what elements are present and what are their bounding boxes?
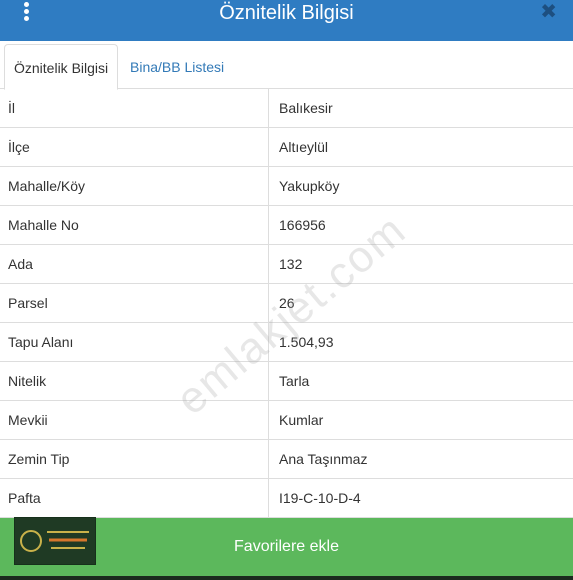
attribute-value: Ana Taşınmaz [279,451,368,467]
tab-oznitelik-bilgisi[interactable]: Öznitelik Bilgisi [4,44,119,90]
attribute-key: Parsel [8,295,48,311]
column-divider [268,89,269,128]
column-divider [268,479,269,518]
column-divider [268,362,269,401]
attribute-key: Tapu Alanı [8,334,74,350]
attribute-value: Kumlar [279,412,324,428]
header-bar: Öznitelik Bilgisi ✖ [0,0,573,41]
column-divider [268,401,269,440]
close-icon[interactable]: ✖ [540,1,557,23]
table-row: Zemin Tip Ana Taşınmaz [0,440,573,479]
table-row: İl Balıkesir [0,89,573,128]
page-title: Öznitelik Bilgisi [219,2,354,24]
attribute-value: Yakupköy [279,178,340,194]
table-row: Mevkii Kumlar [0,401,573,440]
table-row: Ada 132 [0,245,573,284]
attribute-key: İlçe [8,139,30,155]
column-divider [268,245,269,284]
attribute-key: Zemin Tip [8,451,70,467]
agency-logo [14,517,96,565]
table-row: Mahalle/Köy Yakupköy [0,167,573,206]
attribute-key: Mahalle/Köy [8,178,86,194]
attribute-value: Tarla [279,373,310,389]
tab-bina-bb-listesi[interactable]: Bina/BB Listesi [121,44,233,90]
column-divider [268,167,269,206]
attribute-value: Balıkesir [279,100,333,116]
column-divider [268,206,269,245]
bottom-strip [0,576,573,580]
column-divider [268,128,269,167]
tab-bar: Öznitelik Bilgisi Bina/BB Listesi [0,41,573,90]
attribute-key: Pafta [8,490,41,506]
attribute-key: Ada [8,256,33,272]
attribute-value: I19-C-10-D-4 [279,490,361,506]
attribute-key: Mevkii [8,412,48,428]
logo-mark-icon [47,531,89,549]
attribute-value: Altıeylül [279,139,329,155]
table-row: Pafta I19-C-10-D-4 [0,479,573,518]
table-row: Mahalle No 166956 [0,206,573,245]
table-row: İlçe Altıeylül [0,128,573,167]
column-divider [268,440,269,479]
attribute-key: İl [8,100,15,116]
attribute-value: 166956 [279,217,326,233]
attribute-key: Mahalle No [8,217,79,233]
table-row: Nitelik Tarla [0,362,573,401]
attribute-key: Nitelik [8,373,47,389]
logo-emblem-icon [20,530,42,552]
